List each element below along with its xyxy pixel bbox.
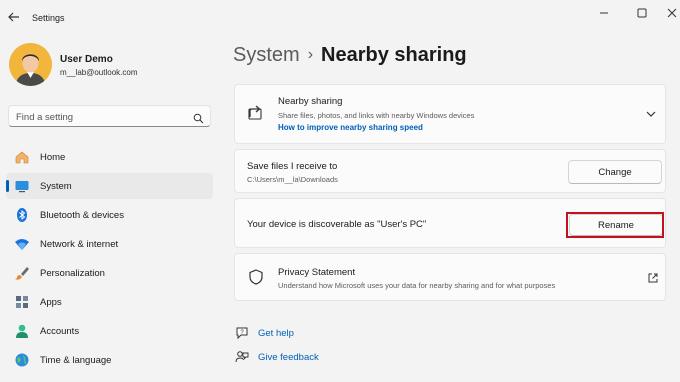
change-button[interactable]: Change [568, 160, 662, 184]
globe-icon [14, 352, 30, 368]
nearby-sharing-title: Nearby sharing [278, 96, 343, 107]
search-input[interactable]: Find a setting [8, 105, 211, 127]
discoverable-card: Your device is discoverable as "User's P… [234, 198, 666, 248]
sidebar-item-bluetooth[interactable]: Bluetooth & devices [6, 202, 213, 228]
breadcrumb: System › Nearby sharing [233, 44, 467, 67]
external-link-icon[interactable] [647, 271, 659, 283]
app-title: Settings [32, 13, 65, 23]
breadcrumb-parent[interactable]: System [233, 44, 300, 66]
avatar[interactable] [9, 43, 52, 86]
sidebar-item-system[interactable]: System [6, 173, 213, 199]
sidebar-item-personalization[interactable]: Personalization [6, 260, 213, 286]
privacy-card[interactable]: Privacy Statement Understand how Microso… [234, 253, 666, 301]
highlight-box [566, 212, 664, 238]
sidebar-item-label: Time & language [40, 355, 112, 366]
sidebar-item-accounts[interactable]: Accounts [6, 318, 213, 344]
system-icon [14, 178, 30, 194]
sidebar-item-time-language[interactable]: Time & language [6, 347, 213, 373]
feedback-icon [235, 350, 249, 364]
privacy-title: Privacy Statement [278, 267, 356, 278]
privacy-subtitle: Understand how Microsoft uses your data … [278, 281, 556, 290]
sidebar-item-label: Home [40, 152, 66, 163]
sidebar-item-network[interactable]: Network & internet [6, 231, 213, 257]
nearby-sharing-card[interactable]: Nearby sharing Share files, photos, and … [234, 84, 666, 144]
apps-icon [14, 294, 30, 310]
give-feedback-link[interactable]: Give feedback [258, 352, 319, 363]
wifi-icon [14, 236, 30, 252]
sidebar-item-apps[interactable]: Apps [6, 289, 213, 315]
search-icon[interactable] [193, 111, 204, 124]
sidebar-item-label: Accounts [40, 326, 80, 337]
get-help-link[interactable]: Get help [258, 328, 294, 339]
title-bar: Settings [0, 0, 680, 32]
home-icon [14, 149, 30, 165]
accounts-icon [14, 323, 30, 339]
brush-icon [14, 265, 30, 281]
chevron-down-icon[interactable] [645, 107, 657, 119]
share-icon [247, 103, 265, 121]
save-files-card: Save files I receive to C:\Users\m__la\D… [234, 149, 666, 193]
breadcrumb-separator: › [307, 46, 314, 63]
shield-icon [247, 268, 265, 286]
user-name: User Demo [60, 54, 113, 65]
sidebar-item-label: Apps [40, 297, 62, 308]
bluetooth-icon [14, 207, 30, 223]
sidebar-item-label: Personalization [40, 268, 105, 279]
discoverable-title: Your device is discoverable as "User's P… [247, 219, 427, 230]
help-icon: ? [235, 326, 249, 340]
page-title: Nearby sharing [321, 44, 467, 66]
sidebar-item-label: Network & internet [40, 239, 119, 250]
nearby-sharing-subtitle: Share files, photos, and links with near… [278, 111, 475, 120]
close-icon[interactable] [664, 6, 680, 20]
maximize-icon[interactable] [630, 6, 654, 20]
minimize-icon[interactable] [592, 6, 616, 20]
sidebar-item-label: System [40, 181, 72, 192]
sidebar-item-home[interactable]: Home [6, 144, 213, 170]
sidebar: User Demo m__lab@outlook.com Find a sett… [0, 32, 222, 382]
save-files-path: C:\Users\m__la\Downloads [247, 175, 338, 184]
sidebar-item-label: Bluetooth & devices [40, 210, 124, 221]
search-placeholder: Find a setting [16, 112, 74, 123]
save-files-title: Save files I receive to [247, 161, 338, 172]
improve-speed-link[interactable]: How to improve nearby sharing speed [278, 123, 423, 132]
back-arrow-icon[interactable] [6, 9, 22, 25]
active-indicator [6, 180, 9, 192]
user-email: m__lab@outlook.com [60, 68, 138, 77]
